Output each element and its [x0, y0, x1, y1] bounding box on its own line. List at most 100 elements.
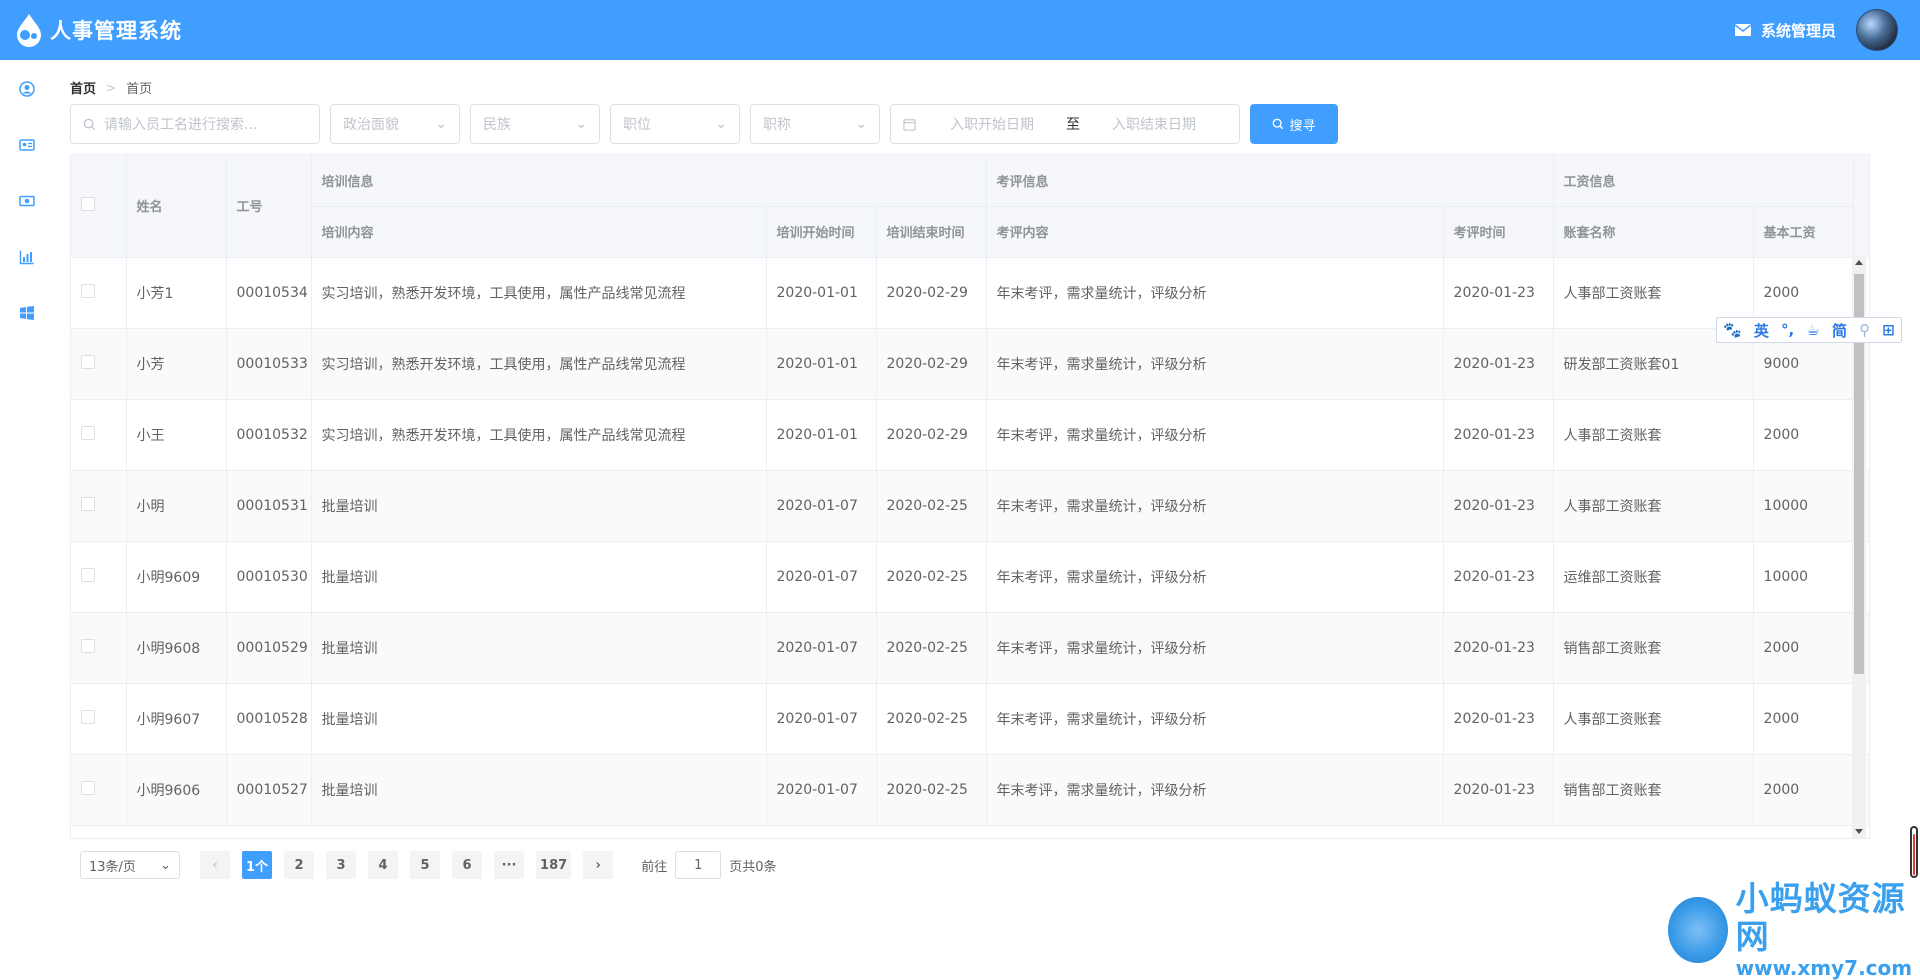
table-row[interactable]: 小王 00010532 实习培训，熟悉开发环境，工具使用，属性产品线常见流程 2… [71, 399, 1869, 471]
cell-work-id: 00010531 [226, 470, 312, 542]
brand[interactable]: 人事管理系统 [14, 12, 182, 48]
page-button[interactable]: 1个 [242, 851, 273, 879]
cell-name: 小明9609 [126, 541, 227, 613]
search-placeholder: 请输入员工名进行搜索... [104, 117, 258, 133]
page-ellipsis-button[interactable]: ··· [494, 851, 525, 879]
chevron-down-icon: ⌄ [575, 116, 587, 132]
row-checkbox[interactable] [81, 496, 95, 511]
data-table: 姓名 工号 培训信息 考评信息 工资信息 培训内容 培训开始时间 培训结束时间 … [70, 154, 1870, 839]
cell-appraise-date: 2020-01-23 [1443, 754, 1554, 826]
cell-train-content: 实习培训，熟悉开发环境，工具使用，属性产品线常见流程 [311, 257, 767, 329]
cell-appraise-content: 年末考评，需求量统计，评级分析 [986, 470, 1444, 542]
page-button[interactable]: 2 [284, 851, 315, 879]
cup-icon[interactable]: ☕ [1806, 321, 1819, 339]
user-name[interactable]: 系统管理员 [1761, 20, 1836, 41]
chevron-right-icon: › [595, 857, 601, 873]
cell-appraise-date: 2020-01-23 [1443, 612, 1554, 684]
page-button[interactable]: 187 [536, 851, 572, 879]
row-checkbox[interactable] [81, 283, 95, 298]
page-button[interactable]: 3 [326, 851, 357, 879]
column-header-train-start[interactable]: 培训开始时间 [766, 206, 877, 258]
sidebar-item-employee[interactable] [0, 117, 54, 173]
date-start-placeholder[interactable]: 入职开始日期 [950, 114, 1034, 134]
avatar[interactable] [1856, 9, 1898, 51]
row-select-cell [71, 399, 127, 471]
cell-train-content: 批量培训 [311, 683, 767, 755]
paw-icon[interactable]: 🐾 [1723, 321, 1742, 339]
column-header-account-name[interactable]: 账套名称 [1553, 206, 1754, 258]
sidebar-item-personnel[interactable] [0, 61, 54, 117]
nation-select[interactable]: 民族 ⌄ [470, 104, 600, 144]
person-icon[interactable]: ⚲ [1859, 321, 1870, 339]
page-button[interactable]: 6 [452, 851, 483, 879]
next-page-button[interactable]: › [583, 851, 614, 879]
watermark-title: 小蚂蚁资源网 [1735, 879, 1906, 956]
table-row[interactable]: 小明9606 00010527 批量培训 2020-01-07 2020-02-… [71, 754, 1869, 826]
row-checkbox[interactable] [81, 638, 95, 653]
row-checkbox[interactable] [81, 567, 95, 582]
table-row[interactable]: 小明9607 00010528 批量培训 2020-01-07 2020-02-… [71, 683, 1869, 755]
table-row[interactable]: 小芳 00010533 实习培训，熟悉开发环境，工具使用，属性产品线常见流程 2… [71, 328, 1869, 400]
cell-account-name: 销售部工资账套 [1553, 754, 1754, 826]
search-button[interactable]: 搜寻 [1250, 104, 1338, 144]
ime-mode-toggle[interactable]: 简 [1832, 320, 1847, 341]
prev-page-button[interactable]: ‹ [200, 851, 230, 879]
column-header-train-end[interactable]: 培训结束时间 [876, 206, 987, 258]
column-header-appraise-date[interactable]: 考评时间 [1443, 206, 1554, 258]
cell-name: 小芳1 [126, 257, 227, 329]
row-checkbox[interactable] [81, 709, 95, 724]
table-row[interactable]: 小芳1 00010534 实习培训，熟悉开发环境，工具使用，属性产品线常见流程 … [71, 257, 1869, 329]
ime-lang-toggle[interactable]: 英 [1754, 320, 1769, 341]
job-title-select[interactable]: 职称 ⌄ [750, 104, 880, 144]
page-button[interactable]: 4 [368, 851, 399, 879]
breadcrumb-home[interactable]: 首页 [70, 78, 96, 97]
cell-train-end: 2020-02-29 [876, 328, 987, 400]
scroll-up-arrow-icon[interactable] [1855, 260, 1863, 265]
date-end-placeholder[interactable]: 入职结束日期 [1112, 114, 1196, 134]
row-checkbox[interactable] [81, 425, 95, 440]
column-header-name[interactable]: 姓名 [126, 155, 227, 258]
total-label: 页共0条 [729, 859, 777, 875]
position-placeholder: 职位 [623, 117, 651, 133]
sidebar-item-system[interactable] [0, 285, 54, 341]
cell-train-content: 实习培训，熟悉开发环境，工具使用，属性产品线常见流程 [311, 399, 767, 471]
search-icon [1273, 118, 1284, 130]
position-select[interactable]: 职位 ⌄ [610, 104, 740, 144]
page-size-select[interactable]: 13条/页 ⌄ [80, 851, 180, 879]
row-checkbox[interactable] [81, 354, 95, 369]
date-range-picker[interactable]: 入职开始日期 至 入职结束日期 [890, 104, 1240, 144]
cell-train-end: 2020-02-25 [876, 612, 987, 684]
column-header-train-content[interactable]: 培训内容 [311, 206, 767, 258]
table-row[interactable]: 小明9609 00010530 批量培训 2020-01-07 2020-02-… [71, 541, 1869, 613]
cell-train-end: 2020-02-29 [876, 399, 987, 471]
cell-name: 小明 [126, 470, 227, 542]
political-select[interactable]: 政治面貌 ⌄ [330, 104, 460, 144]
cell-train-content: 批量培训 [311, 470, 767, 542]
table-row[interactable]: 小明9608 00010529 批量培训 2020-01-07 2020-02-… [71, 612, 1869, 684]
search-input[interactable]: 请输入员工名进行搜索... [70, 104, 320, 144]
column-header-basic-salary[interactable]: 基本工资 [1753, 206, 1854, 258]
ime-toolbar[interactable]: 🐾 英 °, ☕ 简 ⚲ ⊞ [1716, 317, 1902, 343]
scroll-down-arrow-icon[interactable] [1855, 829, 1863, 834]
sidebar-item-salary[interactable] [0, 173, 54, 229]
cell-work-id: 00010528 [226, 683, 312, 755]
table-body: 小芳1 00010534 实习培训，熟悉开发环境，工具使用，属性产品线常见流程 … [71, 257, 1869, 826]
mail-icon[interactable] [1734, 24, 1751, 36]
watermark-url: www.xmy7.com [1735, 956, 1913, 980]
select-all-cell [71, 155, 127, 258]
page-button[interactable]: 5 [410, 851, 441, 879]
ime-punct-toggle[interactable]: °, [1781, 321, 1794, 339]
table-row[interactable]: 小明 00010531 批量培训 2020-01-07 2020-02-25 年… [71, 470, 1869, 542]
sidebar-item-statistics[interactable] [0, 229, 54, 285]
cell-train-start: 2020-01-07 [766, 754, 877, 826]
column-header-appraise-content[interactable]: 考评内容 [986, 206, 1444, 258]
watermark-logo-icon [1668, 897, 1728, 963]
grid-icon[interactable]: ⊞ [1882, 321, 1895, 339]
goto-page-input[interactable]: 1 [675, 851, 722, 879]
column-header-work-id[interactable]: 工号 [226, 155, 312, 258]
row-checkbox[interactable] [81, 780, 95, 795]
select-all-checkbox[interactable] [81, 196, 95, 211]
cell-train-end: 2020-02-25 [876, 683, 987, 755]
cell-appraise-content: 年末考评，需求量统计，评级分析 [986, 257, 1444, 329]
table-vertical-scrollbar[interactable] [1852, 256, 1866, 838]
